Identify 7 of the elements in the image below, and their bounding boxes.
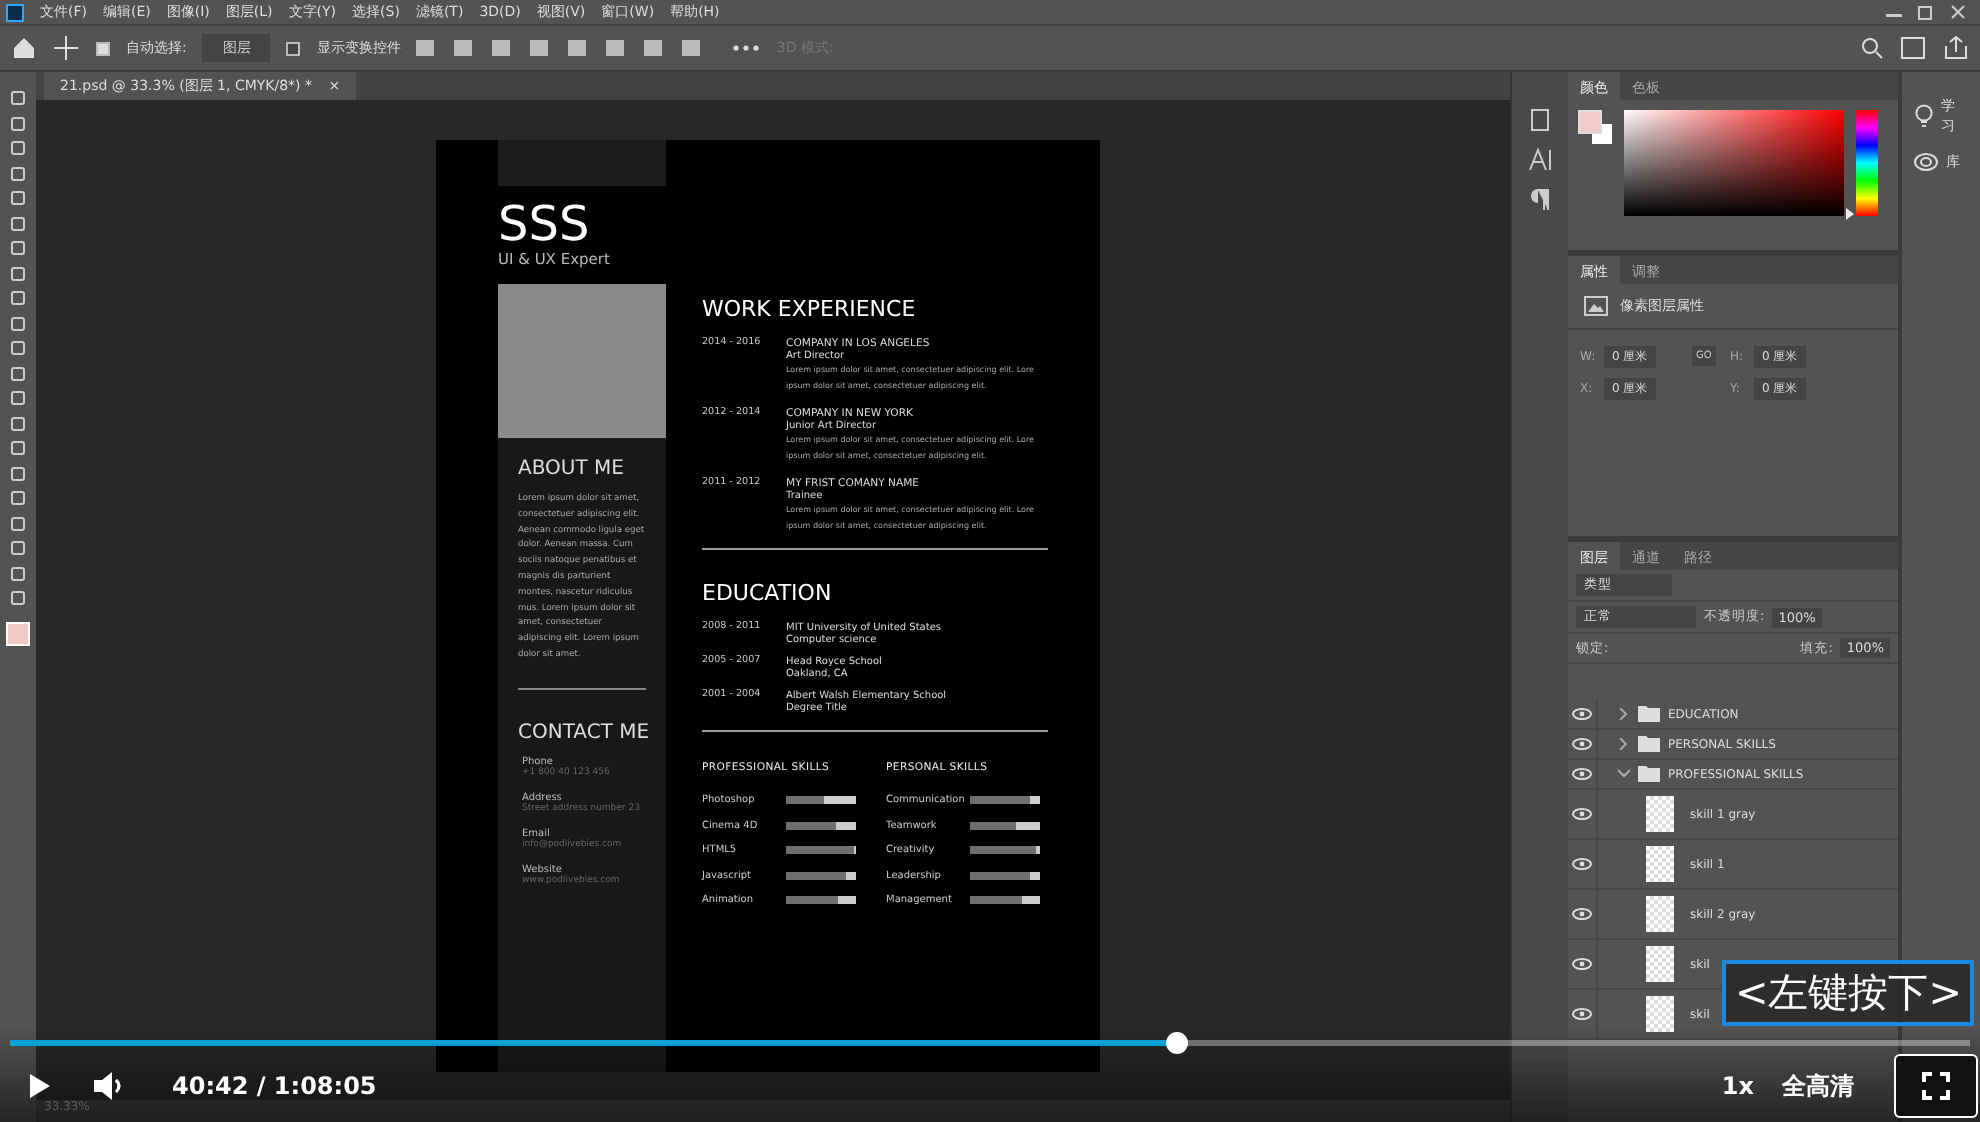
resume-name: SSS <box>498 198 592 250</box>
section-heading: EDUCATION <box>702 580 834 606</box>
section-heading: CONTACT ME <box>518 721 646 744</box>
click-hint-tooltip: <左键按下> <box>1722 960 1974 1026</box>
playback-time: 40:42 / 1:08:05 <box>172 1072 377 1100</box>
section-heading: ABOUT ME <box>518 458 626 480</box>
section-heading: WORK EXPERIENCE <box>702 296 918 322</box>
